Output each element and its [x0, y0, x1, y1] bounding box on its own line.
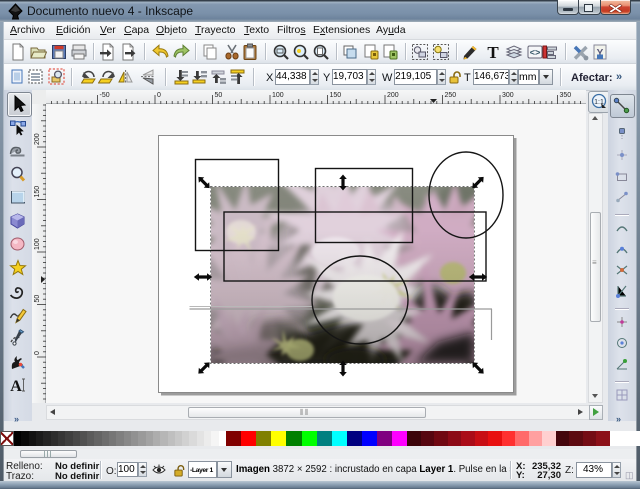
- svg-text:-50: -50: [100, 92, 110, 99]
- svg-text:150: 150: [34, 186, 41, 198]
- svg-text:0: 0: [34, 351, 41, 355]
- svg-text:200: 200: [387, 92, 399, 99]
- svg-text:<>: <>: [529, 48, 540, 58]
- svg-text:100: 100: [272, 92, 284, 99]
- svg-text:50: 50: [215, 92, 223, 99]
- svg-text:250: 250: [445, 92, 457, 99]
- svg-text:0: 0: [157, 92, 161, 99]
- svg-text:50: 50: [34, 295, 41, 303]
- svg-text:T: T: [487, 43, 499, 61]
- svg-text:A: A: [10, 378, 22, 394]
- svg-text:350: 350: [560, 92, 572, 99]
- svg-text:150: 150: [330, 92, 342, 99]
- svg-text:300: 300: [502, 92, 514, 99]
- svg-text:200: 200: [34, 133, 41, 145]
- svg-text:100: 100: [34, 238, 41, 250]
